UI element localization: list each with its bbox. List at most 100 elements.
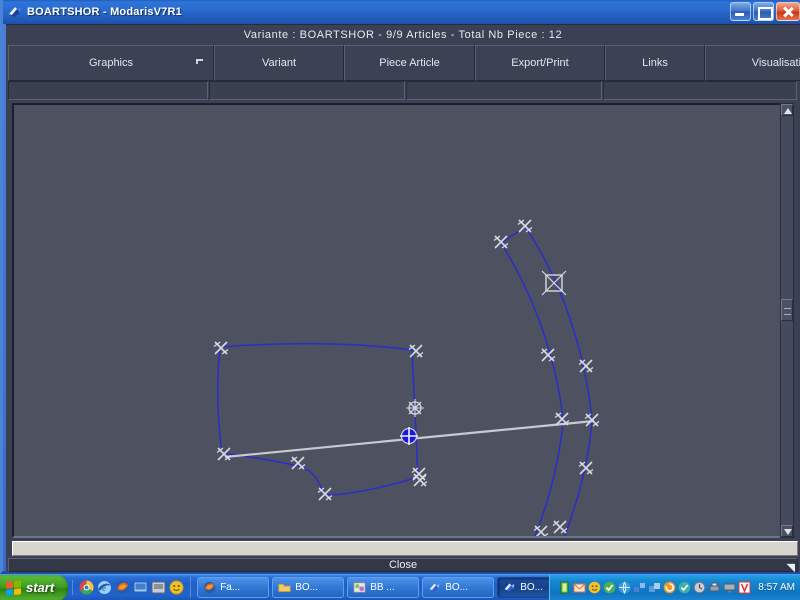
menu-visualisation-label: Visualisation: [751, 57, 800, 69]
marker-point[interactable]: [540, 348, 556, 362]
taskbar: start e Fa... BO... BB ... BO... BO... 8…: [0, 574, 800, 600]
marker-point[interactable]: [578, 359, 594, 373]
pattern-drawing-canvas[interactable]: [12, 103, 794, 538]
network-icon[interactable]: [633, 581, 646, 594]
pattern-piece-body: [217, 342, 419, 496]
window-title: BOARTSHOR - ModarisV7R1: [27, 6, 182, 18]
system-tray: 8:57 AM: [549, 574, 800, 600]
quick-launch-bar: e: [72, 580, 190, 595]
marker-point[interactable]: [408, 344, 424, 358]
application-window: BOARTSHOR - ModarisV7R1 Variante : BOART…: [0, 0, 800, 574]
scroll-up-button[interactable]: [781, 104, 793, 116]
marker-point[interactable]: [317, 487, 333, 501]
menu-export-print-label: Export/Print: [511, 57, 569, 69]
toolbar-panel-3[interactable]: [406, 81, 602, 100]
menu-visualisation[interactable]: Visualisation: [705, 45, 800, 81]
secondary-toolbar: [8, 81, 798, 101]
menu-graphics[interactable]: Graphics: [8, 45, 214, 81]
task-button-label: Fa...: [220, 582, 241, 593]
firefox-icon: [203, 581, 216, 594]
windows-flag-icon: [6, 579, 21, 596]
battery-icon[interactable]: [558, 581, 571, 594]
media-icon[interactable]: [151, 580, 166, 595]
folder-icon: [278, 581, 291, 594]
vertical-scroll-thumb[interactable]: [781, 299, 793, 321]
internet-explorer-icon[interactable]: e: [97, 580, 112, 595]
taskbar-clock[interactable]: 8:57 AM: [758, 582, 795, 593]
antivirus-icon[interactable]: [603, 581, 616, 594]
toolbar-panel-2[interactable]: [209, 81, 405, 100]
client-area: Variante : BOARTSHOR - 9/9 Articles - To…: [6, 24, 800, 574]
task-button-firefox[interactable]: Fa...: [197, 577, 270, 598]
marker-point[interactable]: [517, 219, 533, 233]
shield-globe-icon[interactable]: [678, 581, 691, 594]
task-button-label: BB ...: [370, 582, 395, 593]
menu-piece-article-label: Piece Article: [379, 57, 440, 69]
messenger-icon[interactable]: [588, 581, 601, 594]
chevron-up-icon: [196, 59, 203, 64]
control-point-markers: [213, 219, 600, 536]
close-bar-label: Close: [388, 559, 418, 571]
start-button[interactable]: start: [0, 574, 69, 600]
task-button-label: BO...: [445, 582, 468, 593]
chrome-icon[interactable]: [79, 580, 94, 595]
menu-variant[interactable]: Variant: [214, 45, 344, 81]
menu-links[interactable]: Links: [605, 45, 705, 81]
variant-status-bar: Variante : BOARTSHOR - 9/9 Articles - To…: [6, 25, 800, 45]
display-icon[interactable]: [723, 581, 736, 594]
clock-tool-icon[interactable]: [693, 581, 706, 594]
sharing-icon[interactable]: [648, 581, 661, 594]
menu-links-label: Links: [642, 57, 668, 69]
app-logo-icon: [503, 581, 516, 594]
task-button-folder[interactable]: BO...: [272, 577, 345, 598]
close-bar-button[interactable]: Close ◥: [8, 558, 798, 574]
horizontal-scrollbar[interactable]: [12, 541, 798, 556]
task-button-list: Fa... BO... BB ... BO... BO...: [190, 577, 550, 598]
maximize-button[interactable]: [753, 2, 774, 21]
yahoo-messenger-icon[interactable]: [169, 580, 184, 595]
network-globe-icon[interactable]: [618, 581, 631, 595]
marker-point[interactable]: [213, 341, 229, 355]
svg-text:e: e: [102, 583, 106, 593]
notch-marker[interactable]: [406, 399, 424, 417]
mail-icon[interactable]: [573, 581, 586, 594]
update-icon[interactable]: [663, 581, 676, 594]
show-desktop-icon[interactable]: [133, 580, 148, 595]
main-menu-bar: Graphics Variant Piece Article Export/Pr…: [8, 45, 800, 81]
triangle-down-icon: [784, 529, 792, 535]
marker-point[interactable]: [552, 520, 568, 534]
app-logo-icon: [428, 581, 441, 594]
pattern-svg: [213, 219, 600, 536]
marker-point[interactable]: [493, 235, 509, 249]
pattern-piece-curve: [500, 226, 593, 536]
menu-piece-article[interactable]: Piece Article: [344, 45, 475, 81]
start-label: start: [26, 580, 55, 595]
triangle-up-icon: [784, 108, 792, 114]
window-controls: [730, 2, 800, 21]
app-logo-icon: [7, 4, 23, 20]
task-button-label: BO...: [295, 582, 318, 593]
firefox-icon[interactable]: [115, 580, 130, 595]
minimize-button[interactable]: [730, 2, 751, 21]
desktop-root: BOARTSHOR - ModarisV7R1 Variante : BOART…: [0, 0, 800, 600]
task-button-label: BO...: [520, 582, 543, 593]
image-icon: [353, 581, 366, 594]
square-notch-marker[interactable]: [541, 270, 567, 296]
unikey-icon[interactable]: [738, 581, 751, 594]
toolbar-panel-4[interactable]: [603, 81, 797, 100]
canvas-vertical-scrollbar[interactable]: [780, 103, 794, 538]
printer-icon[interactable]: [708, 581, 721, 594]
close-window-button[interactable]: [776, 2, 800, 21]
toolbar-panel-1[interactable]: [8, 81, 208, 100]
menu-variant-label: Variant: [261, 57, 297, 69]
title-bar: BOARTSHOR - ModarisV7R1: [3, 0, 800, 24]
scroll-down-button[interactable]: [781, 525, 793, 537]
menu-export-print[interactable]: Export/Print: [475, 45, 605, 81]
resize-grip-icon[interactable]: ◥: [787, 561, 795, 574]
task-button-bb[interactable]: BB ...: [347, 577, 420, 598]
task-button-boartshor-1[interactable]: BO...: [422, 577, 495, 598]
task-button-boartshor-2[interactable]: BO...: [497, 577, 550, 598]
marker-point[interactable]: [290, 456, 306, 470]
variant-status-text: Variante : BOARTSHOR - 9/9 Articles - To…: [243, 29, 563, 41]
menu-graphics-label: Graphics: [88, 57, 134, 69]
